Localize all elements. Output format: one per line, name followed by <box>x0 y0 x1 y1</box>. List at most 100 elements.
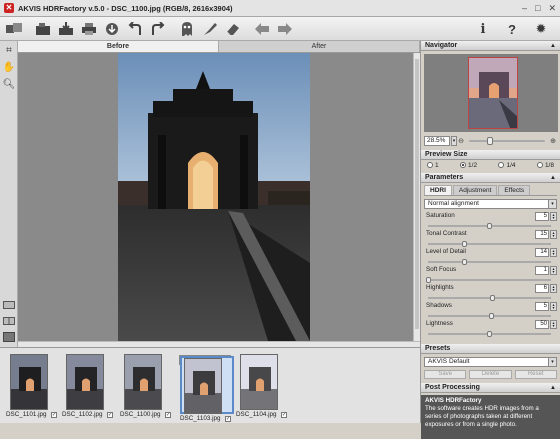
spinner-icon[interactable]: ▴ ▾ <box>550 284 557 293</box>
tab-before[interactable]: Before <box>18 41 219 52</box>
parameter-slider[interactable] <box>428 241 551 247</box>
film-checkbox[interactable]: ✓ <box>225 416 231 422</box>
parameter-value-input[interactable]: 15 <box>535 230 549 239</box>
tab-hdri[interactable]: HDRI <box>424 185 452 195</box>
zoom-icon[interactable]: 🔍︎ <box>2 78 16 92</box>
spinner-icon[interactable]: ▴ ▾ <box>550 266 557 275</box>
info-icon[interactable]: i <box>473 19 493 39</box>
zoom-slider-knob[interactable] <box>487 137 494 145</box>
tab-effects[interactable]: Effects <box>498 185 531 195</box>
parameter-value-input[interactable]: 6 <box>535 284 549 293</box>
navigator-thumbnail[interactable] <box>468 57 518 129</box>
film-item[interactable]: DSC_1100.jpg ✓ <box>120 352 172 420</box>
parameter-slider-knob[interactable] <box>486 223 492 229</box>
navigator-view[interactable] <box>424 54 558 132</box>
save-icon[interactable] <box>56 19 76 39</box>
parameter-slider[interactable] <box>428 259 551 265</box>
radio-icon[interactable] <box>460 162 467 169</box>
minimize-icon[interactable]: – <box>522 3 527 14</box>
crop-icon[interactable]: ⌗ <box>2 44 16 58</box>
spinner-icon[interactable]: ▴ ▾ <box>550 212 557 221</box>
preview-size-header[interactable]: Preview Size <box>421 150 560 160</box>
film-thumbnail[interactable] <box>240 354 278 410</box>
parameter-value-input[interactable]: 1 <box>535 266 549 275</box>
reset-preset-button[interactable]: Reset <box>514 370 557 379</box>
parameter-slider[interactable] <box>428 331 551 337</box>
preview-size-option[interactable]: 1/8 <box>536 162 554 169</box>
radio-icon[interactable] <box>536 162 543 169</box>
collapse-icon[interactable]: ▲ <box>550 173 556 183</box>
chevron-down-icon[interactable]: ▾ <box>548 358 556 366</box>
film-item[interactable]: DSC_1101.jpg ✓ <box>6 352 58 420</box>
eraser-icon[interactable] <box>223 19 243 39</box>
view-single-icon[interactable] <box>2 300 16 314</box>
parameter-slider[interactable] <box>428 295 551 301</box>
tab-adjustment[interactable]: Adjustment <box>452 185 498 195</box>
close-icon[interactable]: ✕ <box>548 3 556 14</box>
film-thumbnail[interactable] <box>184 358 222 414</box>
preset-select[interactable]: AKVIS Default ▾ <box>424 357 557 367</box>
spinner-icon[interactable]: ▴ ▾ <box>550 302 557 311</box>
back-arrow-icon[interactable] <box>252 19 272 39</box>
post-processing-header[interactable]: Post Processing ▲ <box>421 383 560 393</box>
film-checkbox[interactable]: ✓ <box>107 412 113 418</box>
collapse-icon[interactable]: ▲ <box>550 383 556 393</box>
view-split-icon[interactable] <box>2 316 16 330</box>
redo-icon[interactable] <box>148 19 168 39</box>
parameter-slider[interactable] <box>428 223 551 229</box>
open-icon[interactable] <box>33 19 53 39</box>
film-item[interactable]: DSC_1104.jpg ✓ <box>236 352 288 420</box>
brush-icon[interactable] <box>200 19 220 39</box>
parameter-slider-knob[interactable] <box>486 331 492 337</box>
parameter-slider-knob[interactable] <box>461 259 467 265</box>
film-checkbox[interactable]: ✓ <box>51 412 57 418</box>
film-checkbox[interactable]: ✓ <box>281 412 287 418</box>
parameter-slider[interactable] <box>428 313 551 319</box>
zoom-slider[interactable] <box>469 137 545 145</box>
preview-size-option[interactable]: 1/4 <box>498 162 516 169</box>
preview-size-option[interactable]: 1/2 <box>460 162 477 169</box>
parameter-value-input[interactable]: 5 <box>535 302 549 311</box>
parameters-header[interactable]: Parameters ▲ <box>421 173 560 183</box>
zoom-out-icon[interactable]: ⊖ <box>457 137 465 145</box>
presets-header[interactable]: Presets <box>421 344 560 354</box>
tab-after[interactable]: After <box>219 41 420 52</box>
parameter-slider-knob[interactable] <box>426 277 432 283</box>
parameter-value-input[interactable]: 50 <box>535 320 549 329</box>
preview-size-option[interactable]: 1 <box>427 162 439 169</box>
film-checkbox[interactable]: ✓ <box>165 412 171 418</box>
film-item[interactable]: DSC_1102.jpg ✓ <box>62 352 114 420</box>
forward-arrow-icon[interactable] <box>275 19 295 39</box>
undo-icon[interactable] <box>125 19 145 39</box>
print-icon[interactable] <box>79 19 99 39</box>
radio-icon[interactable] <box>427 162 433 169</box>
navigator-header[interactable]: Navigator ▲ <box>421 41 560 51</box>
radio-icon[interactable] <box>498 162 505 169</box>
parameter-slider-knob[interactable] <box>488 313 494 319</box>
delete-preset-button[interactable]: Delete <box>469 370 512 379</box>
parameter-value-input[interactable]: 14 <box>535 248 549 257</box>
parameter-slider[interactable] <box>426 277 551 283</box>
image-canvas[interactable] <box>18 53 413 341</box>
spinner-icon[interactable]: ▴ ▾ <box>550 248 557 257</box>
background-color-icon[interactable] <box>2 332 16 346</box>
chevron-down-icon[interactable]: ▾ <box>548 200 556 208</box>
spinner-icon[interactable]: ▴ ▾ <box>550 320 557 329</box>
ghost-icon[interactable] <box>177 19 197 39</box>
film-thumbnail[interactable] <box>66 354 104 410</box>
collapse-icon[interactable]: ▲ <box>550 41 556 51</box>
hand-icon[interactable]: ✋ <box>2 61 16 75</box>
parameter-slider-knob[interactable] <box>461 241 467 247</box>
zoom-input[interactable]: 28.5% <box>424 136 450 146</box>
scroll-thumb[interactable] <box>415 59 419 329</box>
film-thumbnail[interactable] <box>10 354 48 410</box>
parameter-value-input[interactable]: 5 <box>535 212 549 221</box>
maximize-icon[interactable]: □ <box>535 3 540 14</box>
parameter-slider-knob[interactable] <box>490 295 496 301</box>
alignment-select[interactable]: Normal alignment ▾ <box>424 199 557 209</box>
save-preset-button[interactable]: Save <box>424 370 467 379</box>
film-item[interactable]: DSC_1103.jpg ✓ <box>179 355 234 422</box>
zoom-in-icon[interactable]: ⊕ <box>549 137 557 145</box>
vertical-scrollbar[interactable] <box>413 53 420 341</box>
help-icon[interactable]: ? <box>502 19 522 39</box>
